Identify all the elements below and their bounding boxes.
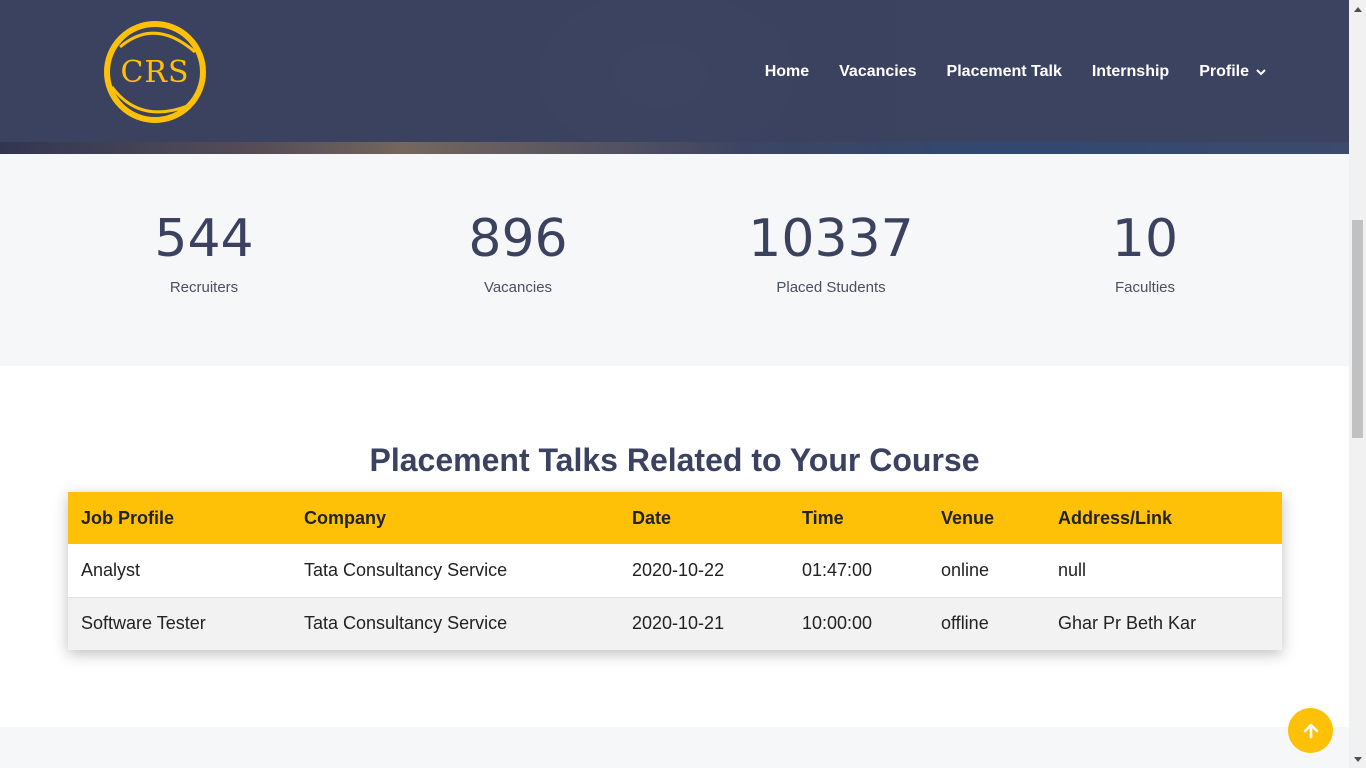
- stat-value: 10337: [748, 209, 914, 269]
- column-header-job-profile: Job Profile: [81, 507, 175, 528]
- site-header: CRS Home Vacancies Placement Talk Intern…: [0, 0, 1349, 154]
- footer-band: [0, 727, 1349, 768]
- stat-recruiters: 544 Recruiters: [74, 209, 334, 296]
- cell-time: 10:00:00: [802, 613, 873, 634]
- cell-date: 2020-10-22: [632, 559, 725, 580]
- chevron-down-icon: [1256, 69, 1266, 76]
- nav-internship[interactable]: Internship: [1092, 60, 1169, 84]
- scroll-up-arrow[interactable]: [1349, 0, 1366, 17]
- table-row: Analyst Tata Consultancy Service 2020-10…: [68, 544, 1282, 597]
- cell-address: null: [1058, 559, 1087, 580]
- cell-date: 2020-10-21: [632, 613, 725, 634]
- scrollbar-thumb[interactable]: [1352, 220, 1363, 438]
- nav-home[interactable]: Home: [765, 60, 809, 84]
- column-header-time: Time: [802, 507, 844, 528]
- vertical-scrollbar[interactable]: [1349, 0, 1366, 768]
- cell-company: Tata Consultancy Service: [304, 613, 508, 634]
- cell-address: Ghar Pr Beth Kar: [1058, 613, 1197, 634]
- cell-company: Tata Consultancy Service: [304, 559, 508, 580]
- nav-profile-label: Profile: [1199, 63, 1249, 80]
- column-header-company: Company: [304, 507, 387, 528]
- section-title: Placement Talks Related to Your Course: [369, 442, 980, 478]
- table-row: Software Tester Tata Consultancy Service…: [68, 597, 1282, 650]
- site-logo[interactable]: CRS: [100, 17, 210, 127]
- nav-profile[interactable]: Profile: [1199, 60, 1267, 84]
- stat-label: Placed Students: [776, 279, 886, 296]
- cell-venue: online: [941, 559, 990, 580]
- stat-value: 544: [154, 209, 254, 269]
- stat-vacancies: 896 Vacancies: [388, 209, 648, 296]
- nav-vacancies[interactable]: Vacancies: [839, 60, 916, 84]
- stat-label: Recruiters: [169, 279, 239, 296]
- stat-placed-students: 10337 Placed Students: [701, 209, 961, 296]
- scroll-to-top-button[interactable]: [1288, 708, 1333, 753]
- cell-time: 01:47:00: [802, 559, 873, 580]
- main-nav: Home Vacancies Placement Talk Internship…: [735, 60, 1267, 84]
- stats-section: 544 Recruiters 896 Vacancies 10337 Place…: [0, 154, 1349, 366]
- stat-label: Faculties: [1114, 279, 1176, 296]
- nav-placement-talk[interactable]: Placement Talk: [947, 60, 1062, 84]
- column-header-date: Date: [632, 507, 672, 528]
- column-header-venue: Venue: [941, 507, 995, 528]
- table-header-row: Job Profile Company Date Time Venue Addr…: [68, 492, 1282, 544]
- scroll-down-arrow[interactable]: [1349, 751, 1366, 768]
- stat-faculties: 10 Faculties: [1015, 209, 1275, 296]
- header-banner-strip: [0, 142, 1349, 154]
- placement-talks-table: Job Profile Company Date Time Venue Addr…: [68, 492, 1282, 650]
- stat-value: 10: [1111, 209, 1179, 269]
- arrow-up-icon: [1303, 723, 1318, 738]
- triangle-up-icon: [1353, 6, 1362, 12]
- cell-job-profile: Analyst: [81, 559, 141, 580]
- cell-venue: offline: [941, 613, 989, 634]
- stat-value: 896: [468, 209, 568, 269]
- cell-job-profile: Software Tester: [81, 613, 206, 634]
- stat-label: Vacancies: [483, 279, 553, 296]
- column-header-address: Address/Link: [1058, 507, 1173, 528]
- triangle-down-icon: [1353, 756, 1362, 762]
- logo-text: CRS: [120, 54, 190, 90]
